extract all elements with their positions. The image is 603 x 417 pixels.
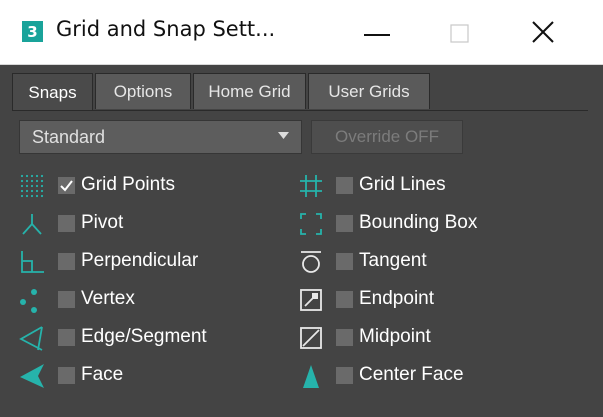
face-icon <box>20 364 44 388</box>
snap-option-vertex[interactable]: Vertex <box>18 285 288 315</box>
edge-segment-icon <box>19 326 43 351</box>
checkbox[interactable] <box>58 177 75 194</box>
minimize-icon <box>364 34 390 36</box>
title-bar: 3 Grid and Snap Sett... <box>0 0 603 65</box>
snaps-panel: Snaps Options Home Grid User Grids Stand… <box>0 65 598 417</box>
snap-option-label: Center Face <box>359 364 464 385</box>
midpoint-icon <box>300 327 322 349</box>
checkbox[interactable] <box>336 215 353 232</box>
checkbox[interactable] <box>336 253 353 270</box>
maximize-icon <box>450 24 469 43</box>
minimize-button[interactable] <box>347 0 407 64</box>
snap-option-face[interactable]: Face <box>18 361 288 391</box>
checkbox[interactable] <box>58 367 75 384</box>
snap-preset-value: Standard <box>32 127 106 147</box>
tangent-icon <box>301 251 321 273</box>
snap-option-label: Face <box>81 364 124 385</box>
checkbox[interactable] <box>336 367 353 384</box>
snap-option-center-face[interactable]: Center Face <box>296 361 586 391</box>
snap-option-grid-lines[interactable]: Grid Lines <box>296 171 586 201</box>
snap-option-label: Grid Lines <box>359 174 446 195</box>
close-button[interactable] <box>513 0 573 64</box>
checkbox[interactable] <box>58 329 75 346</box>
vertex-icon <box>20 289 37 313</box>
chevron-down-icon <box>278 132 289 139</box>
tab-bar: Snaps Options Home Grid User Grids <box>12 73 588 111</box>
snap-preset-dropdown[interactable]: Standard <box>19 120 302 154</box>
checkbox[interactable] <box>58 291 75 308</box>
center-face-icon <box>303 365 319 388</box>
checkbox[interactable] <box>58 253 75 270</box>
endpoint-icon <box>300 289 322 311</box>
bounding-box-icon <box>300 213 322 235</box>
snap-option-tangent[interactable]: Tangent <box>296 247 586 277</box>
snap-option-label: Bounding Box <box>359 212 478 233</box>
snap-option-pivot[interactable]: Pivot <box>18 209 288 239</box>
snap-option-grid-points[interactable]: Grid Points <box>18 171 288 201</box>
snap-option-endpoint[interactable]: Endpoint <box>296 285 586 315</box>
snap-option-bounding-box[interactable]: Bounding Box <box>296 209 586 239</box>
app-icon: 3 <box>22 21 43 42</box>
tab-home-grid[interactable]: Home Grid <box>193 73 306 109</box>
perpendicular-icon <box>21 251 44 273</box>
snap-option-label: Pivot <box>81 212 124 233</box>
snap-option-midpoint[interactable]: Midpoint <box>296 323 586 353</box>
snap-option-label: Midpoint <box>359 326 431 347</box>
snap-option-label: Edge/Segment <box>81 326 207 347</box>
tab-options[interactable]: Options <box>95 73 191 109</box>
checkbox[interactable] <box>336 291 353 308</box>
snap-option-label: Perpendicular <box>81 250 199 271</box>
grid-points-icon <box>20 174 44 198</box>
snap-option-label: Grid Points <box>81 174 175 195</box>
checkbox[interactable] <box>58 215 75 232</box>
tab-snaps[interactable]: Snaps <box>12 73 93 111</box>
checkbox[interactable] <box>336 177 353 194</box>
grid-lines-icon <box>300 175 322 197</box>
tab-user-grids[interactable]: User Grids <box>308 73 430 109</box>
override-button[interactable]: Override OFF <box>311 120 463 154</box>
tab-divider <box>12 110 588 111</box>
snap-option-label: Endpoint <box>359 288 435 309</box>
snap-option-label: Vertex <box>81 288 135 309</box>
window-title: Grid and Snap Sett... <box>56 17 276 41</box>
snap-option-perpendicular[interactable]: Perpendicular <box>18 247 288 277</box>
checkmark-icon <box>60 180 73 192</box>
checkbox[interactable] <box>336 329 353 346</box>
snap-option-label: Tangent <box>359 250 427 271</box>
maximize-button[interactable] <box>430 0 490 64</box>
close-icon <box>532 21 554 43</box>
pivot-icon <box>22 214 42 235</box>
snap-option-edge-segment[interactable]: Edge/Segment <box>18 323 288 353</box>
